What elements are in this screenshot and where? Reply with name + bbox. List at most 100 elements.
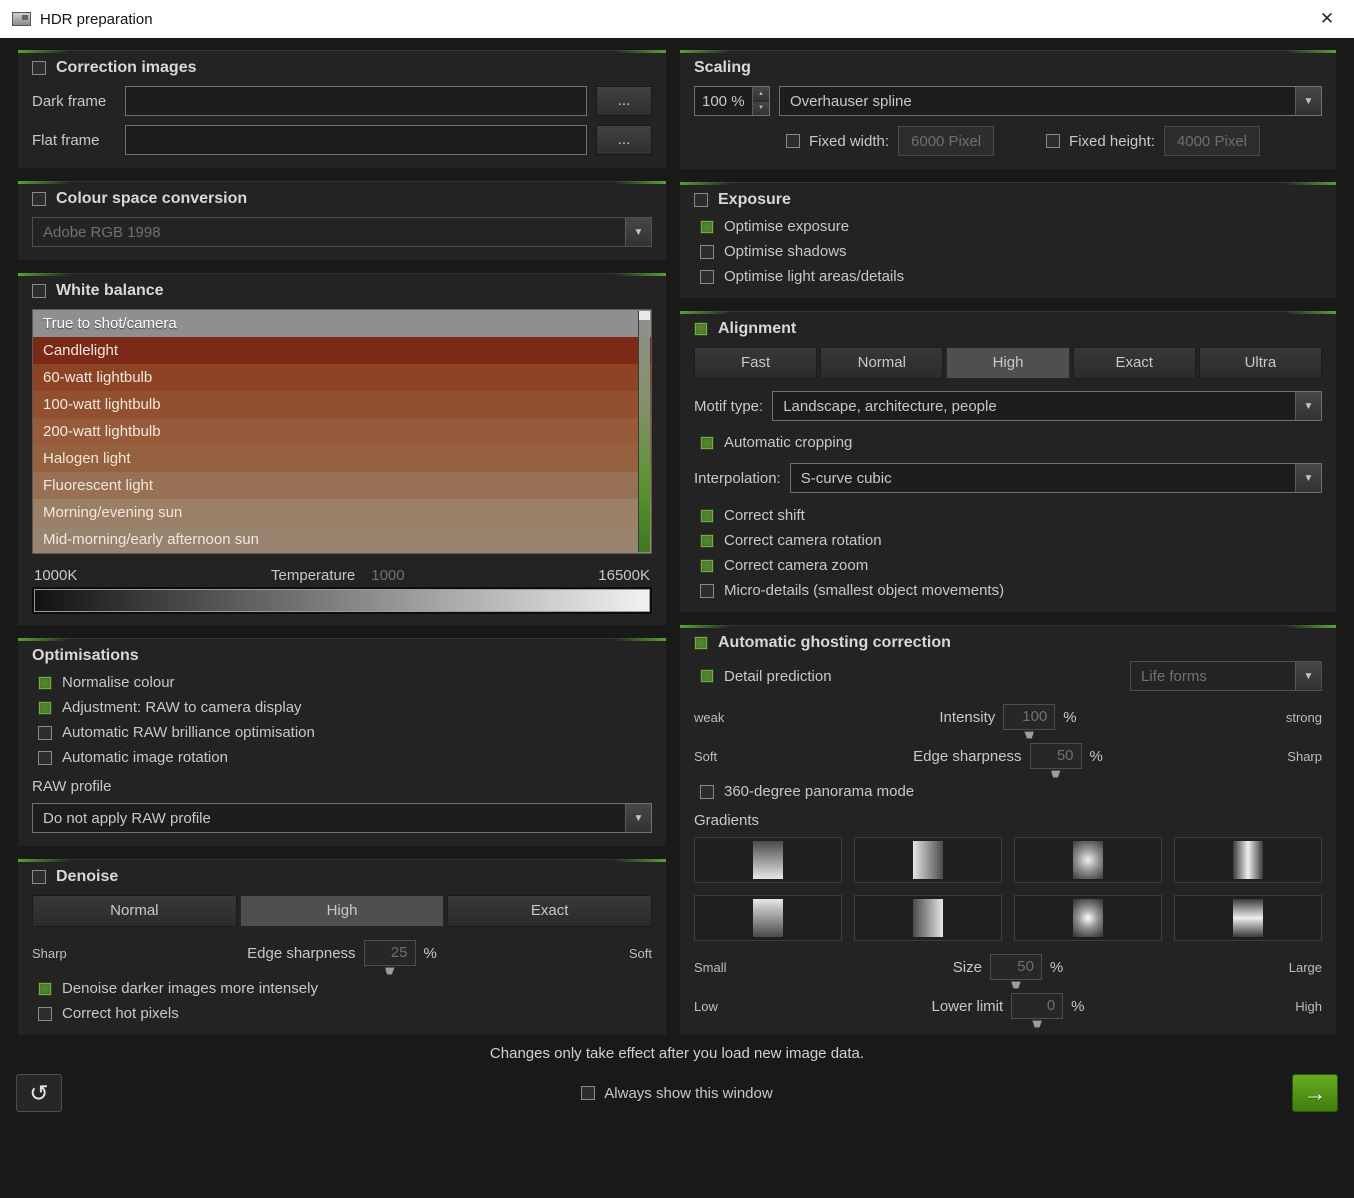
white-balance-checkbox[interactable] bbox=[32, 284, 46, 298]
scaling-method-dropdown[interactable]: Overhauser spline ▼ bbox=[779, 86, 1322, 116]
alignment-mode-high[interactable]: High bbox=[946, 347, 1069, 379]
dark-frame-browse-button[interactable]: ... bbox=[596, 86, 652, 116]
section-optimisations: Optimisations Normalise colour Adjustmen… bbox=[18, 638, 666, 846]
raw-brilliance-checkbox[interactable] bbox=[38, 726, 52, 740]
white-balance-option[interactable]: Halogen light bbox=[33, 445, 651, 472]
gradient-button-7[interactable] bbox=[1014, 895, 1162, 941]
scale-percent-spinner[interactable]: 100 % ▲ ▼ bbox=[694, 86, 770, 116]
chevron-down-icon[interactable]: ▼ bbox=[1295, 392, 1321, 420]
denoise-mode-normal[interactable]: Normal bbox=[32, 895, 237, 927]
micro-details-label: Micro-details (smallest object movements… bbox=[724, 582, 1004, 599]
undo-button[interactable]: ↺ bbox=[16, 1074, 62, 1112]
close-icon[interactable]: ✕ bbox=[1312, 9, 1342, 29]
denoise-checkbox[interactable] bbox=[32, 870, 46, 884]
slider-handle[interactable] bbox=[1011, 981, 1021, 989]
white-balance-option[interactable]: Fluorescent light bbox=[33, 472, 651, 499]
gradient-button-3[interactable] bbox=[1014, 837, 1162, 883]
raw-profile-dropdown[interactable]: Do not apply RAW profile ▼ bbox=[32, 803, 652, 833]
optimise-exposure-checkbox[interactable] bbox=[700, 220, 714, 234]
gradient-button-4[interactable] bbox=[1174, 837, 1322, 883]
normalise-colour-checkbox[interactable] bbox=[38, 676, 52, 690]
chevron-down-icon[interactable]: ▼ bbox=[625, 804, 651, 832]
correction-images-checkbox[interactable] bbox=[32, 61, 46, 75]
dark-frame-input[interactable] bbox=[125, 86, 587, 116]
denoise-title: Denoise bbox=[56, 868, 118, 886]
correct-shift-checkbox[interactable] bbox=[700, 509, 714, 523]
slider-handle[interactable] bbox=[385, 967, 395, 975]
size-right-label: Large bbox=[1207, 960, 1322, 975]
always-show-checkbox[interactable] bbox=[581, 1086, 595, 1100]
spin-down-icon[interactable]: ▼ bbox=[753, 102, 769, 116]
interpolation-dropdown[interactable]: S-curve cubic ▼ bbox=[790, 463, 1322, 493]
chevron-down-icon[interactable]: ▼ bbox=[1295, 87, 1321, 115]
white-balance-option[interactable]: Morning/evening sun bbox=[33, 499, 651, 526]
white-balance-option[interactable]: 200-watt lightbulb bbox=[33, 418, 651, 445]
fixed-height-input[interactable] bbox=[1164, 126, 1260, 156]
colour-space-dropdown[interactable]: Adobe RGB 1998 ▼ bbox=[32, 217, 652, 247]
raw-adjustment-checkbox[interactable] bbox=[38, 701, 52, 715]
lower-limit-label: Lower limit bbox=[931, 998, 1003, 1015]
fixed-width-input[interactable] bbox=[898, 126, 994, 156]
spin-up-icon[interactable]: ▲ bbox=[753, 87, 769, 102]
lower-limit-value[interactable]: 0 bbox=[1011, 993, 1063, 1019]
flat-frame-input[interactable] bbox=[125, 125, 587, 155]
intensity-right-label: strong bbox=[1207, 710, 1322, 725]
window-title: HDR preparation bbox=[40, 11, 153, 28]
white-balance-option[interactable]: Mid-morning/early afternoon sun bbox=[33, 526, 651, 553]
alignment-mode-normal[interactable]: Normal bbox=[820, 347, 943, 379]
denoise-mode-exact[interactable]: Exact bbox=[447, 895, 652, 927]
correct-camera-rotation-label: Correct camera rotation bbox=[724, 532, 882, 549]
correct-camera-zoom-checkbox[interactable] bbox=[700, 559, 714, 573]
gradient-button-1[interactable] bbox=[694, 837, 842, 883]
detail-prediction-checkbox[interactable] bbox=[700, 669, 714, 683]
alignment-mode-exact[interactable]: Exact bbox=[1073, 347, 1196, 379]
slider-handle[interactable] bbox=[1024, 731, 1034, 739]
intensity-label: Intensity bbox=[939, 709, 995, 726]
gradient-button-6[interactable] bbox=[854, 895, 1002, 941]
dark-frame-label: Dark frame bbox=[32, 93, 116, 110]
fixed-width-checkbox[interactable] bbox=[786, 134, 800, 148]
gradient-button-2[interactable] bbox=[854, 837, 1002, 883]
gradient-button-5[interactable] bbox=[694, 895, 842, 941]
fixed-height-checkbox[interactable] bbox=[1046, 134, 1060, 148]
continue-button[interactable]: → bbox=[1292, 1074, 1338, 1112]
flat-frame-browse-button[interactable]: ... bbox=[596, 125, 652, 155]
chevron-down-icon[interactable]: ▼ bbox=[1295, 464, 1321, 492]
alignment-checkbox[interactable] bbox=[694, 322, 708, 336]
gradient-button-8[interactable] bbox=[1174, 895, 1322, 941]
optimise-shadows-checkbox[interactable] bbox=[700, 245, 714, 259]
auto-rotation-checkbox[interactable] bbox=[38, 751, 52, 765]
colour-space-checkbox[interactable] bbox=[32, 192, 46, 206]
chevron-down-icon[interactable]: ▼ bbox=[625, 218, 651, 246]
white-balance-scrollbar[interactable] bbox=[638, 311, 650, 552]
exposure-checkbox[interactable] bbox=[694, 193, 708, 207]
white-balance-option[interactable]: 60-watt lightbulb bbox=[33, 364, 651, 391]
alignment-mode-fast[interactable]: Fast bbox=[694, 347, 817, 379]
size-value[interactable]: 50 bbox=[990, 954, 1042, 980]
optimise-light-areas-checkbox[interactable] bbox=[700, 270, 714, 284]
arrow-right-icon: → bbox=[1304, 1080, 1327, 1107]
hot-pixels-checkbox[interactable] bbox=[38, 1007, 52, 1021]
denoise-edge-value[interactable]: 25 bbox=[364, 940, 416, 966]
slider-handle[interactable] bbox=[1051, 770, 1061, 778]
temperature-max-label: 16500K bbox=[598, 567, 650, 584]
white-balance-option[interactable]: Candlelight bbox=[33, 337, 651, 364]
edge-sharpness-value[interactable]: 50 bbox=[1030, 743, 1082, 769]
denoise-mode-high[interactable]: High bbox=[240, 895, 445, 927]
motif-type-dropdown[interactable]: Landscape, architecture, people ▼ bbox=[772, 391, 1322, 421]
denoise-darker-checkbox[interactable] bbox=[38, 982, 52, 996]
white-balance-option[interactable]: 100-watt lightbulb bbox=[33, 391, 651, 418]
life-forms-dropdown[interactable]: Life forms ▼ bbox=[1130, 661, 1322, 691]
micro-details-checkbox[interactable] bbox=[700, 584, 714, 598]
slider-handle[interactable] bbox=[1032, 1020, 1042, 1028]
intensity-value[interactable]: 100 bbox=[1003, 704, 1055, 730]
right-column: Scaling 100 % ▲ ▼ Overhauser spline ▼ Fi… bbox=[680, 50, 1336, 1035]
white-balance-option[interactable]: True to shot/camera bbox=[33, 310, 651, 337]
ghosting-checkbox[interactable] bbox=[694, 636, 708, 650]
chevron-down-icon[interactable]: ▼ bbox=[1295, 662, 1321, 690]
automatic-cropping-checkbox[interactable] bbox=[700, 436, 714, 450]
correct-camera-rotation-checkbox[interactable] bbox=[700, 534, 714, 548]
panorama-mode-checkbox[interactable] bbox=[700, 785, 714, 799]
temperature-slider[interactable] bbox=[34, 589, 650, 612]
alignment-mode-ultra[interactable]: Ultra bbox=[1199, 347, 1322, 379]
